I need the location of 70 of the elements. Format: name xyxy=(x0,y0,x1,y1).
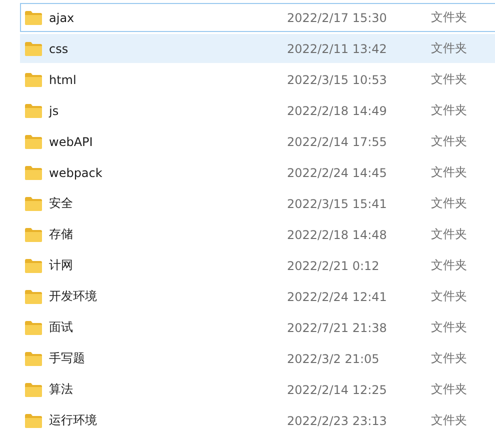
folder-icon xyxy=(25,320,42,334)
file-name: 运行环境 xyxy=(49,412,98,429)
modified-date: 2022/2/18 14:48 xyxy=(287,228,388,242)
modified-date: 2022/2/18 14:49 xyxy=(287,104,388,118)
folder-row[interactable]: 计网 2022/2/21 0:12 文件夹 xyxy=(20,251,495,280)
file-type: 文件夹 xyxy=(431,319,467,336)
file-name: webAPI xyxy=(49,134,94,148)
file-type: 文件夹 xyxy=(431,350,467,367)
folder-icon xyxy=(25,196,42,210)
folder-icon xyxy=(25,228,42,242)
folder-row[interactable]: css 2022/2/11 13:42 文件夹 xyxy=(20,34,495,63)
folder-icon xyxy=(25,382,42,396)
folder-row[interactable]: 面试 2022/7/21 21:38 文件夹 xyxy=(20,313,495,342)
modified-date: 2022/2/21 0:12 xyxy=(287,258,380,272)
file-type: 文件夹 xyxy=(431,412,467,429)
folder-icon xyxy=(25,134,42,148)
modified-date: 2022/2/24 14:45 xyxy=(287,166,388,180)
file-type: 文件夹 xyxy=(431,195,467,212)
file-name: 存储 xyxy=(49,226,74,243)
modified-date: 2022/2/24 12:41 xyxy=(287,290,388,304)
folder-row[interactable]: 安全 2022/3/15 15:41 文件夹 xyxy=(20,189,495,218)
file-type: 文件夹 xyxy=(431,257,467,274)
file-type: 文件夹 xyxy=(431,164,467,181)
folder-icon xyxy=(25,290,42,304)
modified-date: 2022/3/2 21:05 xyxy=(287,352,380,366)
file-type: 文件夹 xyxy=(431,133,467,150)
file-name: 算法 xyxy=(49,381,74,398)
file-type: 文件夹 xyxy=(431,102,467,119)
file-name: css xyxy=(49,42,70,56)
modified-date: 2022/2/23 23:13 xyxy=(287,414,388,428)
folder-icon xyxy=(25,42,42,56)
folder-row[interactable]: html 2022/3/15 10:53 文件夹 xyxy=(20,65,495,94)
modified-date: 2022/2/11 13:42 xyxy=(287,42,388,56)
file-name: 面试 xyxy=(49,319,74,336)
folder-row[interactable]: 手写题 2022/3/2 21:05 文件夹 xyxy=(20,344,495,373)
folder-row[interactable]: 运行环境 2022/2/23 23:13 文件夹 xyxy=(20,406,495,435)
folder-row[interactable]: 开发环境 2022/2/24 12:41 文件夹 xyxy=(20,282,495,311)
folder-row[interactable]: webpack 2022/2/24 14:45 文件夹 xyxy=(20,158,495,187)
file-name: webpack xyxy=(49,166,104,180)
file-name: js xyxy=(49,104,60,118)
folder-icon xyxy=(25,414,42,428)
folder-row[interactable]: js 2022/2/18 14:49 文件夹 xyxy=(20,96,495,125)
file-name: 开发环境 xyxy=(49,288,98,305)
file-type: 文件夹 xyxy=(431,9,467,26)
modified-date: 2022/3/15 10:53 xyxy=(287,72,388,86)
file-name: 安全 xyxy=(49,195,74,212)
modified-date: 2022/2/14 17:55 xyxy=(287,134,388,148)
folder-icon xyxy=(25,10,42,24)
modified-date: 2022/7/21 21:38 xyxy=(287,320,388,334)
modified-date: 2022/2/14 12:25 xyxy=(287,382,388,396)
folder-icon xyxy=(25,104,42,118)
file-name: 手写题 xyxy=(49,350,86,367)
modified-date: 2022/2/17 15:30 xyxy=(287,10,388,24)
file-type: 文件夹 xyxy=(431,381,467,398)
folder-row[interactable]: 存储 2022/2/18 14:48 文件夹 xyxy=(20,220,495,249)
file-name: html xyxy=(49,72,78,86)
file-type: 文件夹 xyxy=(431,71,467,88)
folder-icon xyxy=(25,72,42,86)
folder-row[interactable]: webAPI 2022/2/14 17:55 文件夹 xyxy=(20,127,495,156)
folder-icon xyxy=(25,258,42,272)
folder-row[interactable]: 算法 2022/2/14 12:25 文件夹 xyxy=(20,375,495,404)
file-type: 文件夹 xyxy=(431,226,467,243)
modified-date: 2022/3/15 15:41 xyxy=(287,196,388,210)
folder-icon xyxy=(25,352,42,366)
file-type: 文件夹 xyxy=(431,40,467,57)
file-name: ajax xyxy=(49,10,76,24)
folder-icon xyxy=(25,166,42,180)
file-type: 文件夹 xyxy=(431,288,467,305)
file-name: 计网 xyxy=(49,257,74,274)
folder-row[interactable]: ajax 2022/2/17 15:30 文件夹 xyxy=(20,3,495,32)
